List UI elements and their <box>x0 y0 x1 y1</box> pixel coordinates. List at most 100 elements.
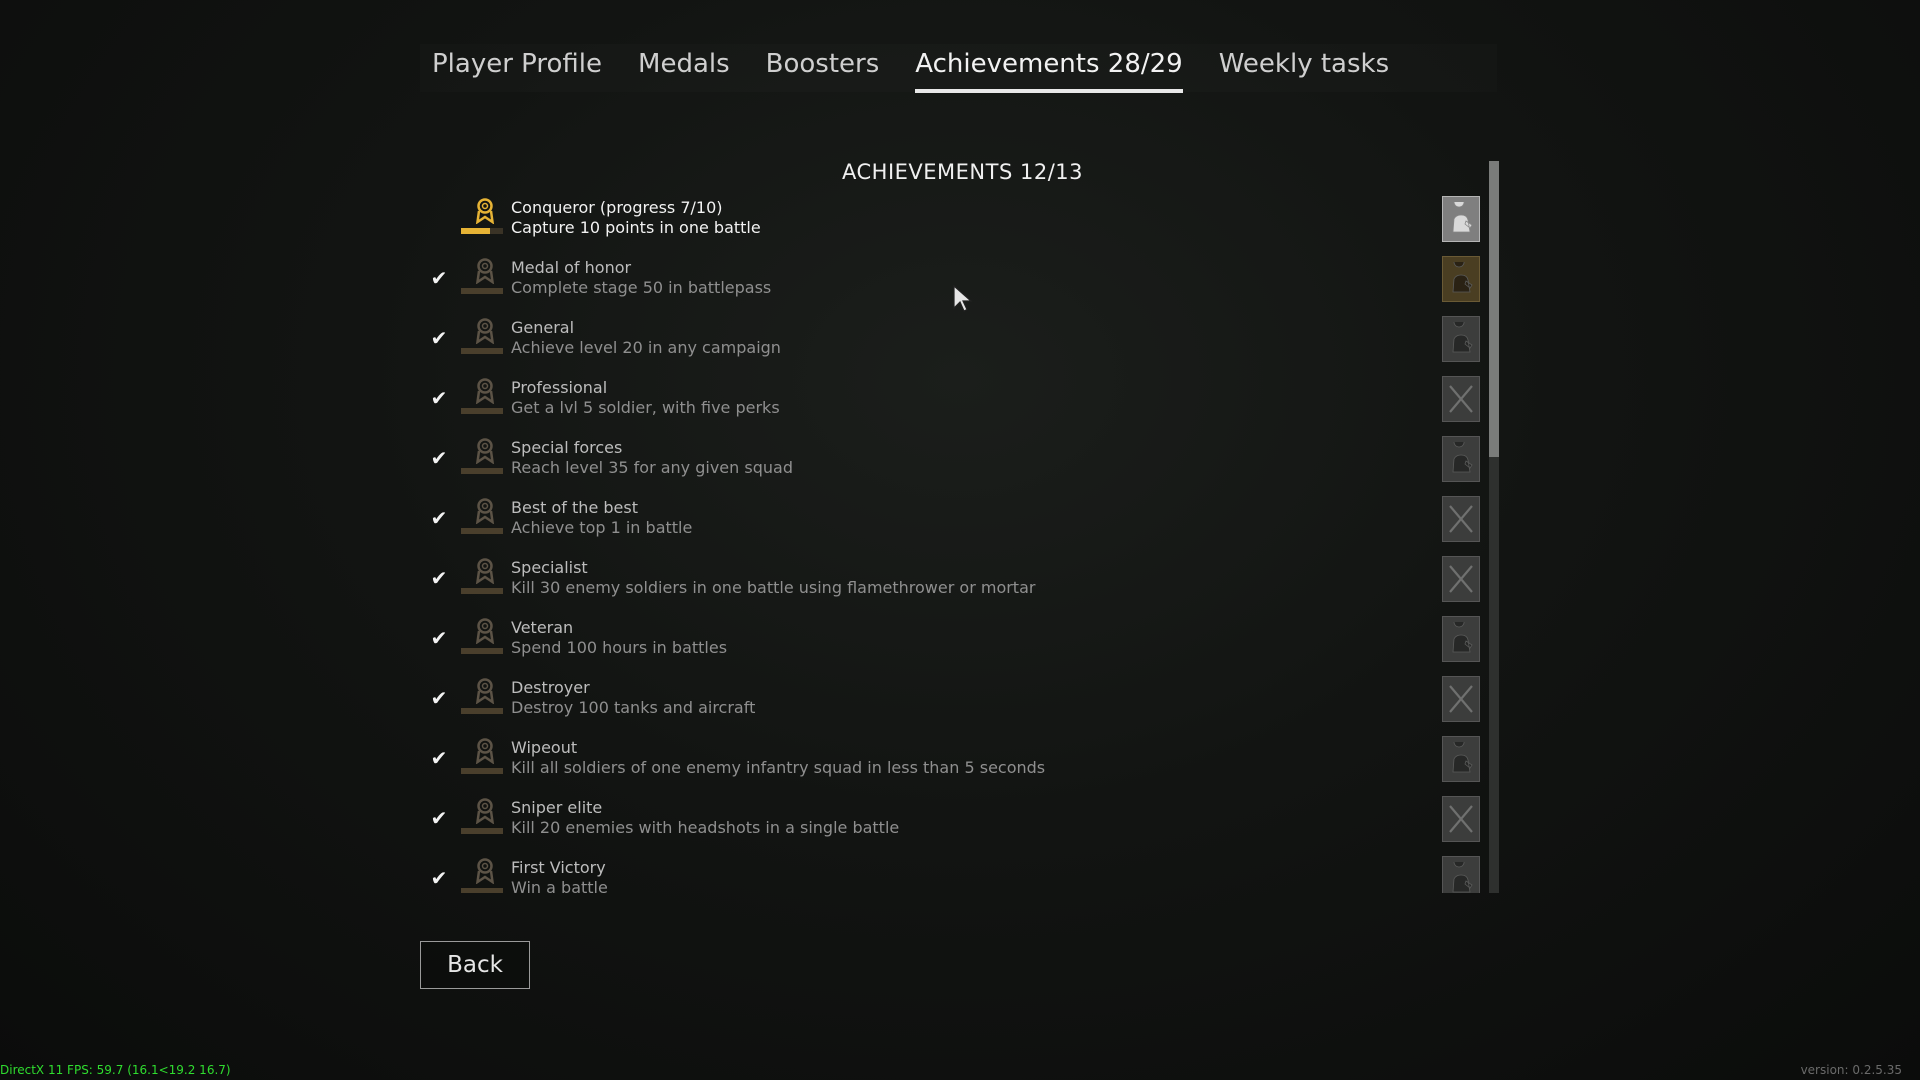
check-icon: ✔ <box>430 506 448 530</box>
soldier-icon <box>1452 322 1473 353</box>
progress-bar <box>461 468 503 474</box>
progress-fill <box>461 408 503 414</box>
check-icon: ✔ <box>430 806 448 830</box>
progress-fill <box>461 588 503 594</box>
achievement-row[interactable]: ✔ First Victory Win a battle <box>420 850 1490 893</box>
achievement-row[interactable]: ✔ Sniper elite Kill 20 enemies with head… <box>420 790 1490 850</box>
medal-icon <box>475 438 495 464</box>
reward-slot[interactable] <box>1442 856 1480 893</box>
check-icon: ✔ <box>430 566 448 590</box>
achievement-row[interactable]: ✔ Special forces Reach level 35 for any … <box>420 430 1490 490</box>
progress-fill <box>461 528 503 534</box>
scrollbar[interactable] <box>1489 161 1499 893</box>
medal-icon <box>475 558 495 584</box>
version-label: version: 0.2.5.35 <box>1800 1063 1902 1077</box>
crossed-swords-icon <box>1449 505 1473 533</box>
soldier-icon <box>1452 862 1473 893</box>
tab-weekly-tasks[interactable]: Weekly tasks <box>1207 44 1389 87</box>
check-icon: ✔ <box>430 266 448 290</box>
achievement-title: Specialist <box>511 558 588 577</box>
achievement-description: Destroy 100 tanks and aircraft <box>511 698 756 717</box>
progress-fill <box>461 468 503 474</box>
check-icon: ✔ <box>430 326 448 350</box>
progress-fill <box>461 708 503 714</box>
tab-achievements[interactable]: Achievements 28/29 <box>903 44 1184 93</box>
achievement-row[interactable]: ✔ Veteran Spend 100 hours in battles <box>420 610 1490 670</box>
achievement-description: Kill all soldiers of one enemy infantry … <box>511 758 1046 777</box>
achievement-title: Best of the best <box>511 498 638 517</box>
progress-fill <box>461 888 503 893</box>
reward-slot[interactable] <box>1442 196 1480 242</box>
profile-tabs: Player Profile Medals Boosters Achieveme… <box>420 44 1497 93</box>
reward-slot[interactable] <box>1442 676 1480 722</box>
check-icon: ✔ <box>430 746 448 770</box>
achievement-title: Medal of honor <box>511 258 632 277</box>
reward-slot[interactable] <box>1442 556 1480 602</box>
progress-bar <box>461 348 503 354</box>
achievement-title: Wipeout <box>511 738 578 757</box>
soldier-icon <box>1452 622 1473 653</box>
achievement-description: Spend 100 hours in battles <box>511 638 728 657</box>
reward-slot[interactable] <box>1442 496 1480 542</box>
progress-bar <box>461 588 503 594</box>
progress-fill <box>461 768 503 774</box>
section-title: ACHIEVEMENTS 12/13 <box>842 160 1083 184</box>
medal-icon <box>475 678 495 704</box>
achievement-description: Complete stage 50 in battlepass <box>511 278 772 297</box>
progress-fill <box>461 828 503 834</box>
check-icon: ✔ <box>430 866 448 890</box>
reward-slot[interactable] <box>1442 256 1480 302</box>
check-icon: ✔ <box>430 386 448 410</box>
crossed-swords-icon <box>1449 565 1473 593</box>
reward-slot[interactable] <box>1442 376 1480 422</box>
reward-slot[interactable] <box>1442 316 1480 362</box>
tab-medals[interactable]: Medals <box>626 44 730 87</box>
tab-boosters[interactable]: Boosters <box>754 44 880 87</box>
progress-bar <box>461 228 503 234</box>
achievement-title: General <box>511 318 575 337</box>
reward-slot[interactable] <box>1442 736 1480 782</box>
achievement-row[interactable]: ✔ Professional Get a lvl 5 soldier, with… <box>420 370 1490 430</box>
achievements-screen: Player Profile Medals Boosters Achieveme… <box>0 0 1920 1080</box>
achievement-row[interactable]: ✔ Conqueror (progress 7/10) Capture 10 p… <box>420 190 1490 250</box>
crossed-swords-icon <box>1449 385 1473 413</box>
check-icon: ✔ <box>430 446 448 470</box>
achievement-row[interactable]: ✔ Wipeout Kill all soldiers of one enemy… <box>420 730 1490 790</box>
achievement-description: Get a lvl 5 soldier, with five perks <box>511 398 780 417</box>
medal-icon <box>475 618 495 644</box>
scrollbar-thumb[interactable] <box>1489 161 1499 457</box>
achievement-description: Kill 20 enemies with headshots in a sing… <box>511 818 900 837</box>
progress-bar <box>461 828 503 834</box>
achievement-description: Reach level 35 for any given squad <box>511 458 793 477</box>
achievement-row[interactable]: ✔ Best of the best Achieve top 1 in batt… <box>420 490 1490 550</box>
achievement-title: Veteran <box>511 618 574 637</box>
progress-bar <box>461 888 503 893</box>
reward-slot[interactable] <box>1442 796 1480 842</box>
progress-fill <box>461 288 503 294</box>
reward-slot[interactable] <box>1442 616 1480 662</box>
check-icon: ✔ <box>430 626 448 650</box>
achievement-row[interactable]: ✔ General Achieve level 20 in any campai… <box>420 310 1490 370</box>
soldier-icon <box>1452 202 1473 233</box>
achievement-description: Achieve top 1 in battle <box>511 518 693 537</box>
achievement-row[interactable]: ✔ Specialist Kill 30 enemy soldiers in o… <box>420 550 1490 610</box>
soldier-gold-icon <box>1452 262 1473 293</box>
achievement-description: Capture 10 points in one battle <box>511 218 761 237</box>
medal-icon <box>475 738 495 764</box>
achievement-description: Win a battle <box>511 878 608 893</box>
achievement-title: Destroyer <box>511 678 590 697</box>
achievement-title: Conqueror (progress 7/10) <box>511 198 723 217</box>
medal-icon <box>475 858 495 884</box>
achievement-row[interactable]: ✔ Destroyer Destroy 100 tanks and aircra… <box>420 670 1490 730</box>
medal-icon <box>475 258 495 284</box>
medal-icon <box>475 498 495 524</box>
back-button[interactable]: Back <box>420 941 530 989</box>
medal-icon <box>475 798 495 824</box>
soldier-icon <box>1452 742 1473 773</box>
progress-bar <box>461 648 503 654</box>
reward-slot[interactable] <box>1442 436 1480 482</box>
achievement-title: Professional <box>511 378 608 397</box>
tab-player-profile[interactable]: Player Profile <box>420 44 602 87</box>
progress-bar <box>461 768 503 774</box>
medal-icon <box>475 198 495 224</box>
